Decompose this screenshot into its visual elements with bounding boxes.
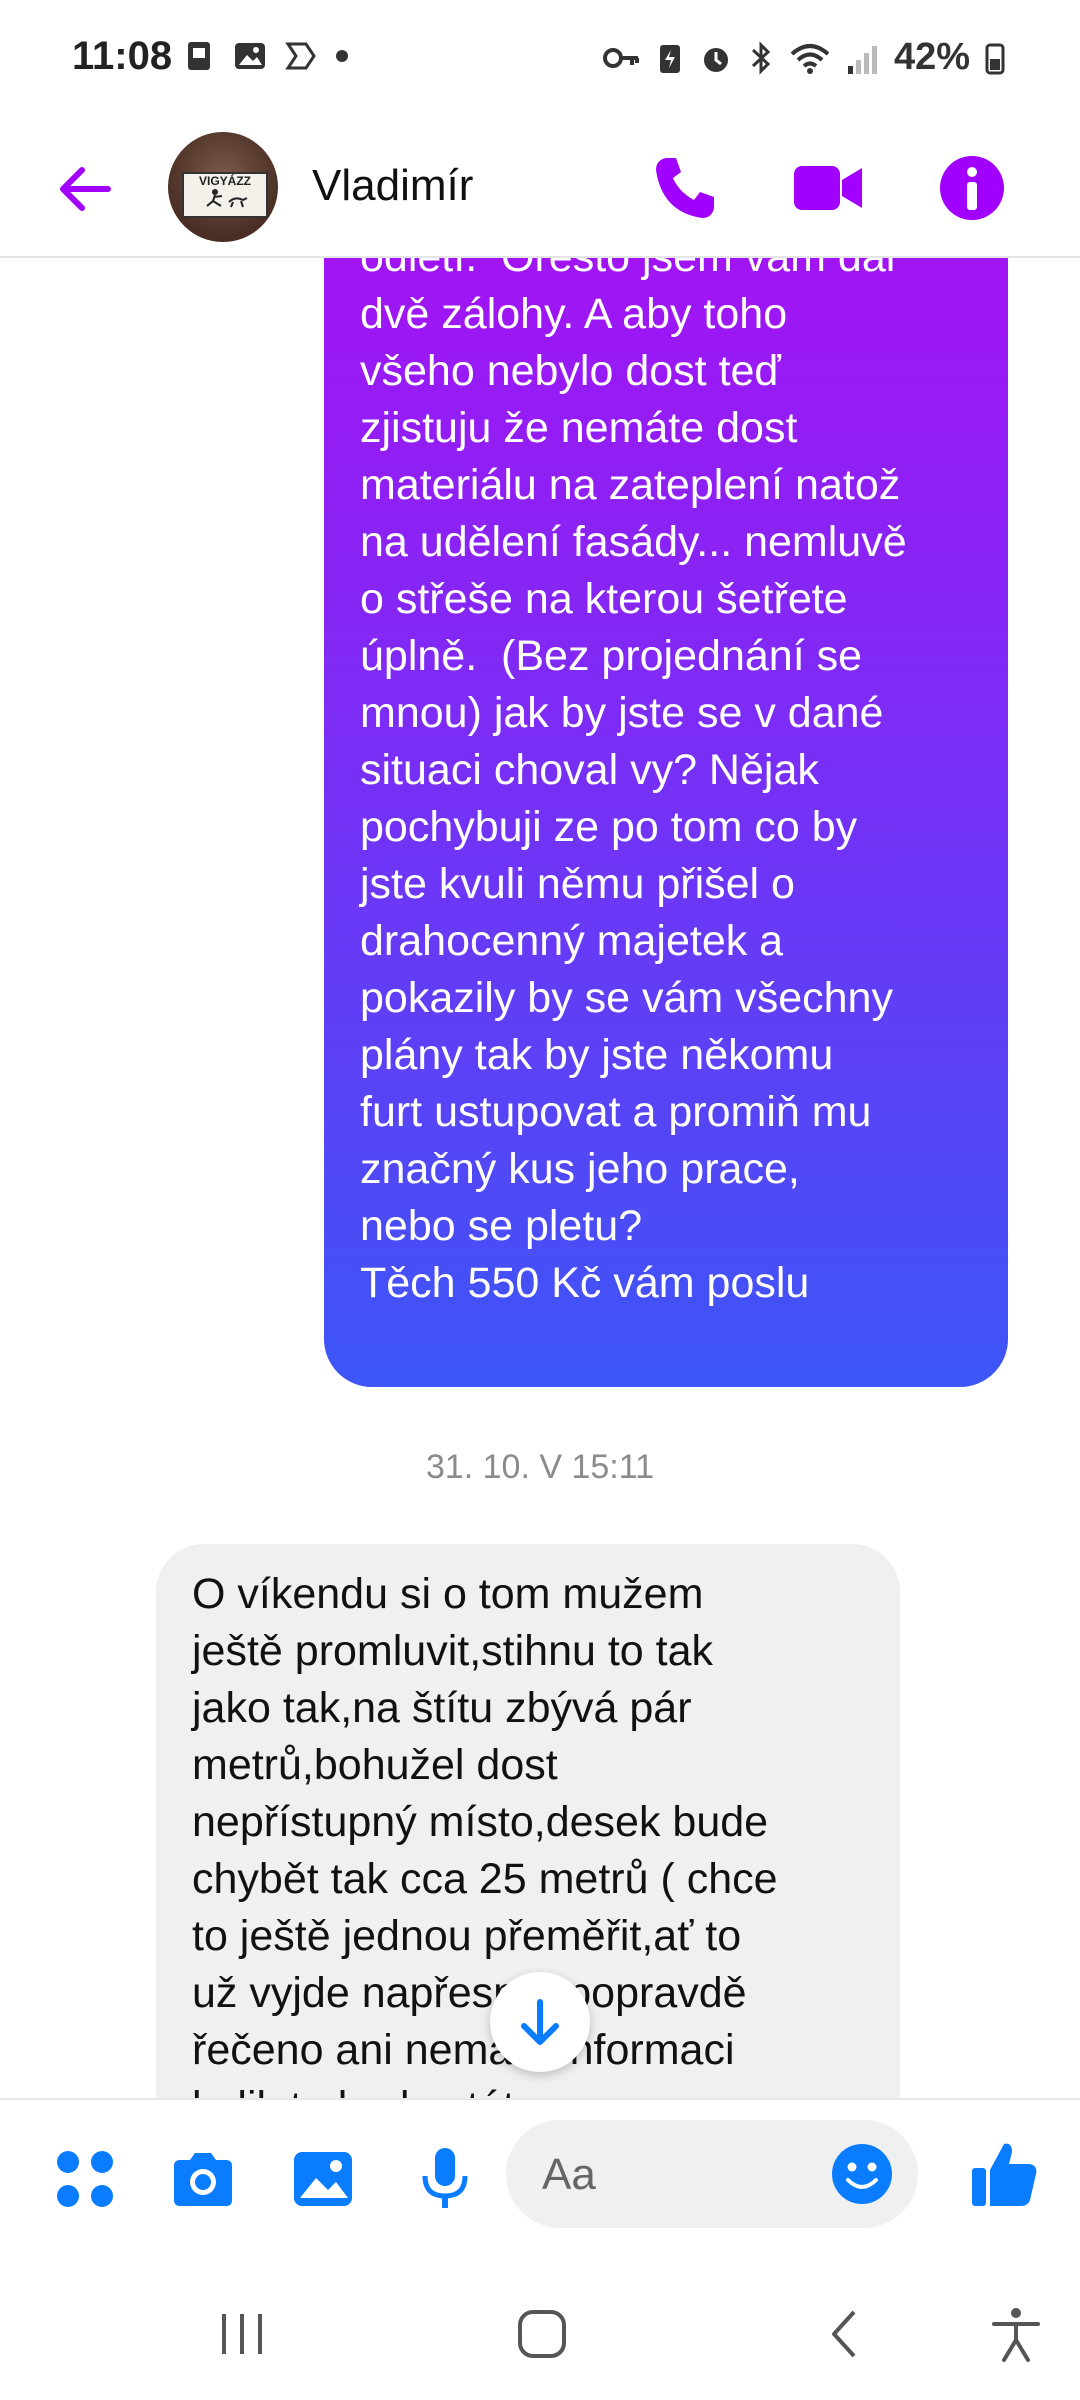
message-input[interactable]: Aa [506, 2120, 918, 2228]
battery-saver-icon [659, 44, 680, 73]
video-call-icon[interactable] [790, 150, 866, 226]
gallery-icon [235, 43, 265, 69]
back-arrow-icon[interactable] [50, 154, 120, 224]
back-icon[interactable] [816, 2304, 876, 2364]
contact-name[interactable]: Vladimír [312, 146, 473, 226]
thumbs-up-icon[interactable] [966, 2136, 1042, 2212]
accessibility-icon[interactable] [986, 2304, 1046, 2364]
emoji-icon[interactable] [830, 2142, 894, 2206]
status-bar: 11:08 42% [0, 0, 1080, 120]
wifi-icon [790, 43, 830, 74]
info-icon[interactable] [934, 150, 1010, 226]
recent-apps-icon[interactable] [212, 2304, 272, 2364]
alarm-icon [703, 47, 728, 72]
conversation-header: VIGYÁZZ Vladimír [0, 120, 1080, 258]
signal-icon [847, 45, 877, 74]
running-figure-icon [206, 189, 248, 208]
avatar[interactable]: VIGYÁZZ [168, 132, 278, 242]
message-composer: Aa [0, 2098, 1080, 2260]
avatar-sign-text: VIGYÁZZ [198, 174, 251, 188]
system-navigation-bar [0, 2258, 1080, 2400]
outgoing-message-bubble[interactable]: vysoka šance že polystyren odletí. Orest… [324, 258, 1008, 1387]
avatar-sign-image: VIGYÁZZ [182, 172, 268, 218]
camera-icon[interactable] [168, 2144, 238, 2214]
status-notification-icons [182, 38, 352, 74]
scroll-to-bottom-button[interactable] [490, 1972, 590, 2072]
message-timestamp: 31. 10. V 15:11 [425, 1448, 655, 1486]
app-icon [285, 42, 316, 70]
battery-icon [985, 43, 1005, 74]
status-time: 11:08 [72, 34, 173, 78]
apps-icon[interactable] [50, 2144, 120, 2214]
sim-icon [188, 42, 210, 70]
battery-percentage: 42% [893, 36, 970, 78]
message-list[interactable]: vysoka šance že polystyren odletí. Orest… [0, 258, 1080, 2098]
arrow-down-icon [521, 1999, 559, 2045]
home-icon[interactable] [512, 2304, 572, 2364]
key-icon [602, 47, 639, 68]
message-input-placeholder: Aa [542, 2150, 596, 2199]
gallery-icon[interactable] [288, 2144, 358, 2214]
status-system-icons: 42% [602, 36, 1006, 79]
bluetooth-icon [751, 40, 771, 75]
outgoing-message-text: vysoka šance že polystyren odletí. Orest… [360, 258, 907, 1307]
dot-icon [336, 50, 348, 62]
microphone-icon[interactable] [410, 2144, 480, 2214]
phone-call-icon[interactable] [648, 150, 724, 226]
